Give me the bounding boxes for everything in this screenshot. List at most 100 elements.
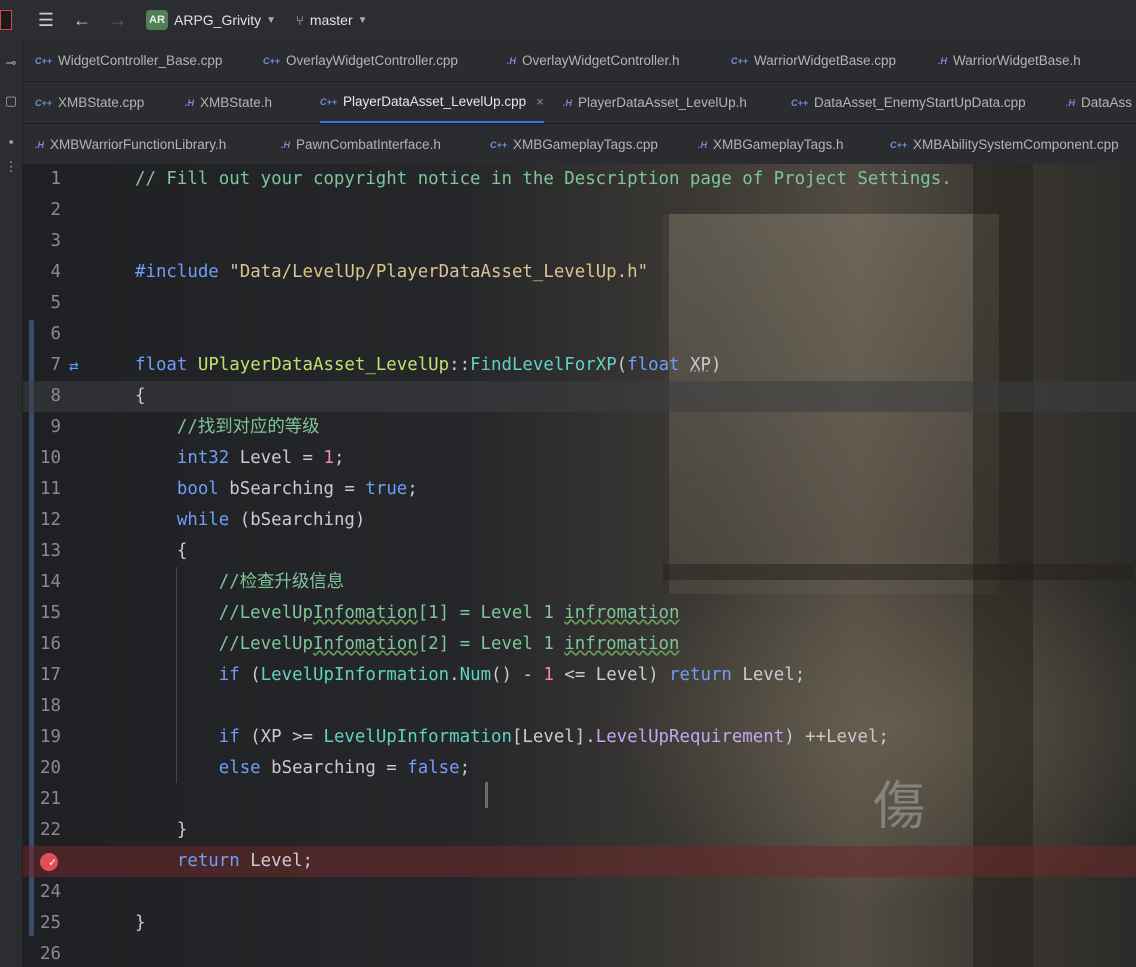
code-line[interactable]: 26 [23, 939, 1136, 967]
cpp-file-icon: C++ [890, 139, 908, 150]
code-line[interactable]: 4 #include "Data/LevelUp/PlayerDataAsset_… [23, 257, 1136, 288]
tab-xmbstate-h[interactable]: .H XMBState.h [185, 82, 272, 123]
keyword: int32 [176, 448, 230, 468]
breakpoint-icon[interactable] [40, 847, 58, 878]
keyword: return [669, 665, 732, 685]
code-line[interactable]: 19 if (XP >= LevelUpInformation[Level].L… [23, 722, 1136, 753]
include-directive: #include [135, 262, 219, 282]
folder-icon[interactable]: ▢ [0, 90, 22, 112]
back-arrow-icon[interactable]: ← [68, 6, 96, 34]
method-call: Num [459, 665, 492, 685]
code-text: () - [491, 665, 544, 685]
comment: [1] = Level 1 [417, 603, 565, 623]
tab-label: WarriorWidgetBase.h [953, 53, 1081, 68]
chevron-down-icon[interactable]: ▼ [358, 15, 368, 26]
comment: // Fill out your copyright notice in the… [135, 169, 952, 189]
line-number: 26 [40, 944, 61, 964]
line-number: 10 [40, 448, 61, 468]
code-line[interactable]: 24 [23, 877, 1136, 908]
tab-overlaywidgetcontroller-h[interactable]: .H OverlayWidgetController.h [507, 40, 680, 81]
code-line[interactable]: 6 [23, 319, 1136, 350]
brace: { [176, 541, 188, 561]
code-line[interactable]: 14 //检查升级信息 [23, 567, 1136, 598]
project-badge[interactable]: AR [146, 10, 168, 30]
line-number: 22 [40, 820, 61, 840]
code-line[interactable]: 18 [23, 691, 1136, 722]
tab-warriorwidgetbase-h[interactable]: .H WarriorWidgetBase.h [938, 40, 1081, 81]
code-line[interactable]: 21 [23, 784, 1136, 815]
main-menu-icon[interactable]: ☰ [32, 6, 60, 34]
code-line[interactable]: 20 else bSearching = false; [23, 753, 1136, 784]
keyword: if [218, 727, 240, 747]
code-line[interactable]: 15 //LevelUpInfomation[1] = Level 1 infr… [23, 598, 1136, 629]
code-line[interactable]: 9 //找到对应的等级 [23, 412, 1136, 443]
code-line[interactable]: 25} [23, 908, 1136, 939]
code-line[interactable]: 1 // Fill out your copyright notice in th… [23, 164, 1136, 195]
code-line[interactable]: 5 [23, 288, 1136, 319]
commit-icon[interactable]: ⊸ [0, 52, 22, 74]
tab-xmbabilitysystemcomponent-cpp[interactable]: C++ XMBAbilitySystemComponent.cpp [890, 124, 1119, 165]
tab-row-1: C++ WidgetController_Base.cpp C++ OverlayW… [23, 40, 1136, 82]
code-line[interactable]: 3 [23, 226, 1136, 257]
code-text: bSearching = [260, 758, 408, 778]
number-literal: 1 [323, 448, 334, 468]
code-text: <= Level) [553, 665, 670, 685]
tab-label: DataAss [1081, 95, 1133, 110]
tab-xmbstate-cpp[interactable]: C++ XMBState.cpp [35, 82, 144, 123]
code-text: ; [333, 448, 345, 468]
tab-xmbwarriorfunctionlibrary-h[interactable]: .H XMBWarriorFunctionLibrary.h [35, 124, 226, 165]
tab-overlaywidgetcontroller-cpp[interactable]: C++ OverlayWidgetController.cpp [263, 40, 458, 81]
code-text: . [449, 665, 460, 685]
line-number: 2 [50, 200, 61, 220]
tab-dataasset-enemystartupdata-cpp[interactable]: C++ DataAsset_EnemyStartUpData.cpp [791, 82, 1026, 123]
tab-playerdataasset-levelup-h[interactable]: .H PlayerDataAsset_LevelUp.h [563, 82, 747, 123]
code-editor[interactable]: 傷 1// Fill out your copyright notice in … [23, 164, 1136, 967]
code-line[interactable]: 12 while (bSearching) [23, 505, 1136, 536]
keyword: bool [176, 479, 219, 499]
line-number: 16 [40, 634, 61, 654]
cpp-file-icon: C++ [320, 96, 338, 107]
code-text: (bSearching) [229, 510, 366, 530]
tab-dataass-truncated[interactable]: .H DataAss [1066, 82, 1132, 123]
branch-name[interactable]: master [310, 12, 353, 28]
code-line[interactable]: 7 ⇄ float UPlayerDataAsset_LevelUp::FindLe… [23, 350, 1136, 381]
cpp-file-icon: C++ [35, 97, 53, 108]
paren: ) [710, 355, 722, 375]
code-line[interactable]: 22 } [23, 815, 1136, 846]
keyword: float [627, 355, 680, 375]
structure-icon[interactable]: ▪ [0, 130, 22, 152]
comment-typo: infromation [564, 634, 680, 654]
tool-window-strip: ⊸ ▢ ▪ ⋮ [0, 40, 23, 967]
more-icon[interactable]: ⋮ [0, 156, 22, 178]
code-line-current[interactable]: 8{ [23, 381, 1136, 412]
code-line[interactable]: 17 if (LevelUpInformation.Num() - 1 <= L… [23, 660, 1136, 691]
forward-arrow-icon[interactable]: → [104, 6, 132, 34]
close-icon[interactable]: × [536, 94, 544, 109]
tab-pawncombatinterface-h[interactable]: .H PawnCombatInterface.h [281, 124, 441, 165]
tab-label: XMBAbilitySystemComponent.cpp [913, 137, 1119, 152]
tab-warriorwidgetbase-cpp[interactable]: C++ WarriorWidgetBase.cpp [731, 40, 896, 81]
chevron-down-icon[interactable]: ▼ [266, 15, 276, 26]
code-line[interactable]: 10 int32 Level = 1; [23, 443, 1136, 474]
tab-label: OverlayWidgetController.cpp [286, 53, 458, 68]
tab-xmbgameplaytags-cpp[interactable]: C++ XMBGameplayTags.cpp [490, 124, 658, 165]
git-branch-icon[interactable]: ⑂ [296, 13, 304, 28]
line-number: 21 [40, 789, 61, 809]
tab-playerdataasset-levelup-cpp[interactable]: C++ PlayerDataAsset_LevelUp.cpp × [320, 82, 544, 123]
code-line[interactable]: 11 bool bSearching = true; [23, 474, 1136, 505]
cpp-file-icon: C++ [263, 55, 281, 66]
header-file-icon: .H [507, 55, 516, 66]
header-file-icon: .H [938, 55, 947, 66]
code-text: ; [459, 758, 471, 778]
navigate-declaration-icon[interactable]: ⇄ [69, 350, 79, 381]
member-variable: LevelUpInformation [260, 665, 450, 685]
tab-xmbgameplaytags-h[interactable]: .H XMBGameplayTags.h [698, 124, 844, 165]
project-name[interactable]: ARPG_Grivity [174, 12, 261, 28]
code-line[interactable]: 13 { [23, 536, 1136, 567]
line-number: 12 [40, 510, 61, 530]
tab-widgetcontroller-base-cpp[interactable]: C++ WidgetController_Base.cpp [35, 40, 222, 81]
code-line[interactable]: 2 [23, 195, 1136, 226]
line-number: 11 [40, 479, 61, 499]
code-line[interactable]: 16 //LevelUpInfomation[2] = Level 1 infr… [23, 629, 1136, 660]
code-line-breakpoint[interactable]: return Level; [23, 846, 1136, 878]
